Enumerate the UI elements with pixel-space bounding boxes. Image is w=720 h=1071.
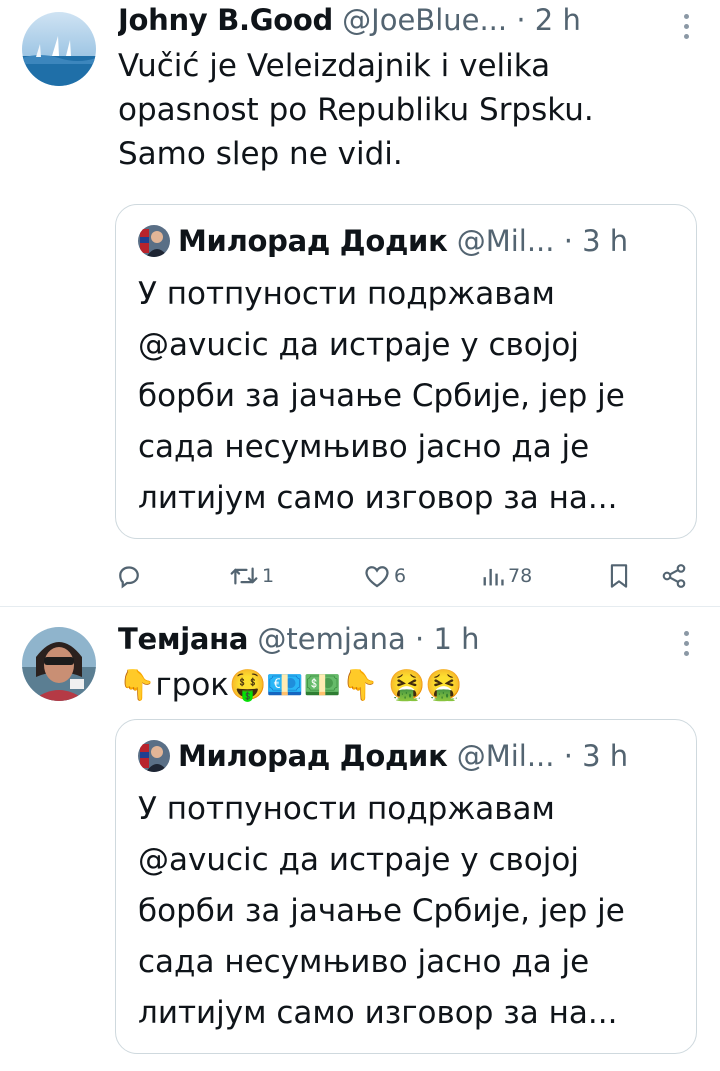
- user-handle[interactable]: @temjana: [257, 622, 405, 656]
- quoted-avatar: [138, 740, 170, 772]
- quoted-display-name[interactable]: Милорад Додик: [178, 739, 448, 773]
- quoted-user-handle[interactable]: @Mil...: [457, 224, 555, 258]
- retweet-button[interactable]: 1: [228, 556, 274, 596]
- tweet-text-line: Vučić je Veleizdajnik i velika: [118, 48, 551, 84]
- tweet-header: Johny B.Good @JoeBlue... · 2 h: [118, 0, 668, 40]
- avatar[interactable]: [22, 12, 96, 86]
- reply-icon: [119, 566, 139, 589]
- quoted-tweet-text: У потпуности подржавам @avucic да истрај…: [138, 269, 680, 524]
- quoted-text-line: сада несумњиво јасно да је: [138, 944, 590, 980]
- separator: ·: [507, 3, 535, 37]
- share-button[interactable]: [660, 556, 688, 596]
- avatar[interactable]: [22, 627, 96, 701]
- tweet-text-word: грок: [155, 667, 230, 703]
- views-icon: [483, 568, 504, 586]
- separator: ·: [554, 224, 583, 258]
- quoted-tweet-text: У потпуности подржавам @avucic да истрај…: [138, 784, 680, 1039]
- tweet-text: 👇грок🤑💶💵👇 🤮🤮: [118, 663, 690, 708]
- tweet[interactable]: Темјана @temjana · 1 h 👇грок🤑💶💵👇 🤮🤮 Мило…: [0, 607, 720, 1071]
- bookmark-icon: [610, 564, 628, 588]
- separator: ·: [405, 622, 434, 656]
- tweet-header: Темјана @temjana · 1 h: [118, 619, 668, 659]
- quoted-display-name[interactable]: Милорад Додик: [178, 224, 448, 258]
- quoted-tweet-header: Милорад Додик @Mil... · 3 h: [138, 221, 682, 261]
- quoted-text-line: борби за јачање Србије, јер је: [138, 378, 625, 414]
- tweet[interactable]: Johny B.Good @JoeBlue... · 2 h Vučić je …: [0, 0, 720, 607]
- timestamp[interactable]: 1 h: [434, 622, 480, 656]
- quoted-text-line: У потпуности подржавам: [138, 276, 555, 312]
- quoted-text-line: литијум само изговор за на...: [138, 480, 618, 516]
- retweet-icon: [230, 567, 258, 585]
- quoted-timestamp[interactable]: 3 h: [582, 739, 628, 773]
- heart-icon: [365, 566, 389, 588]
- display-name[interactable]: Темјана: [118, 622, 248, 656]
- more-options-icon[interactable]: [684, 14, 690, 42]
- views-button[interactable]: 78: [480, 556, 532, 596]
- emoji: 🤑💶💵👇 🤮🤮: [229, 668, 463, 703]
- display-name[interactable]: Johny B.Good: [118, 3, 333, 37]
- more-options-icon[interactable]: [684, 631, 690, 659]
- quoted-text-line: литијум само изговор за на...: [138, 995, 618, 1031]
- timestamp[interactable]: 2 h: [535, 3, 581, 37]
- quoted-timestamp[interactable]: 3 h: [582, 224, 628, 258]
- tweet-actions: 1 6 78: [114, 556, 694, 596]
- retweet-count: 1: [262, 565, 275, 587]
- share-icon: [662, 564, 686, 588]
- quoted-text-line: сада несумњиво јасно да је: [138, 429, 590, 465]
- like-button[interactable]: 6: [362, 556, 406, 596]
- quoted-text-line: борби за јачање Србије, јер је: [138, 893, 625, 929]
- emoji: 👇: [118, 668, 156, 703]
- user-handle[interactable]: @JoeBlue...: [342, 3, 507, 37]
- quoted-avatar: [138, 225, 170, 257]
- tweet-text-line: opasnost po Republiku Srpsku.: [118, 92, 594, 128]
- tweet-text-line: Samo slep ne vidi.: [118, 136, 403, 172]
- separator: ·: [554, 739, 583, 773]
- bookmark-button[interactable]: [606, 556, 632, 596]
- quoted-text-line: @avucic да истраје у својој: [138, 327, 579, 363]
- views-count: 78: [508, 565, 533, 587]
- quoted-tweet[interactable]: Милорад Додик @Mil... · 3 h У потпуности…: [115, 204, 697, 539]
- tweet-text: Vučić je Veleizdajnik i velika opasnost …: [118, 44, 690, 176]
- quoted-user-handle[interactable]: @Mil...: [457, 739, 555, 773]
- quoted-text-line: @avucic да истраје у својој: [138, 842, 579, 878]
- quoted-tweet[interactable]: Милорад Додик @Mil... · 3 h У потпуности…: [115, 719, 697, 1054]
- like-count: 6: [394, 565, 407, 587]
- reply-button[interactable]: [114, 556, 144, 596]
- quoted-tweet-header: Милорад Додик @Mil... · 3 h: [138, 736, 682, 776]
- quoted-text-line: У потпуности подржавам: [138, 791, 555, 827]
